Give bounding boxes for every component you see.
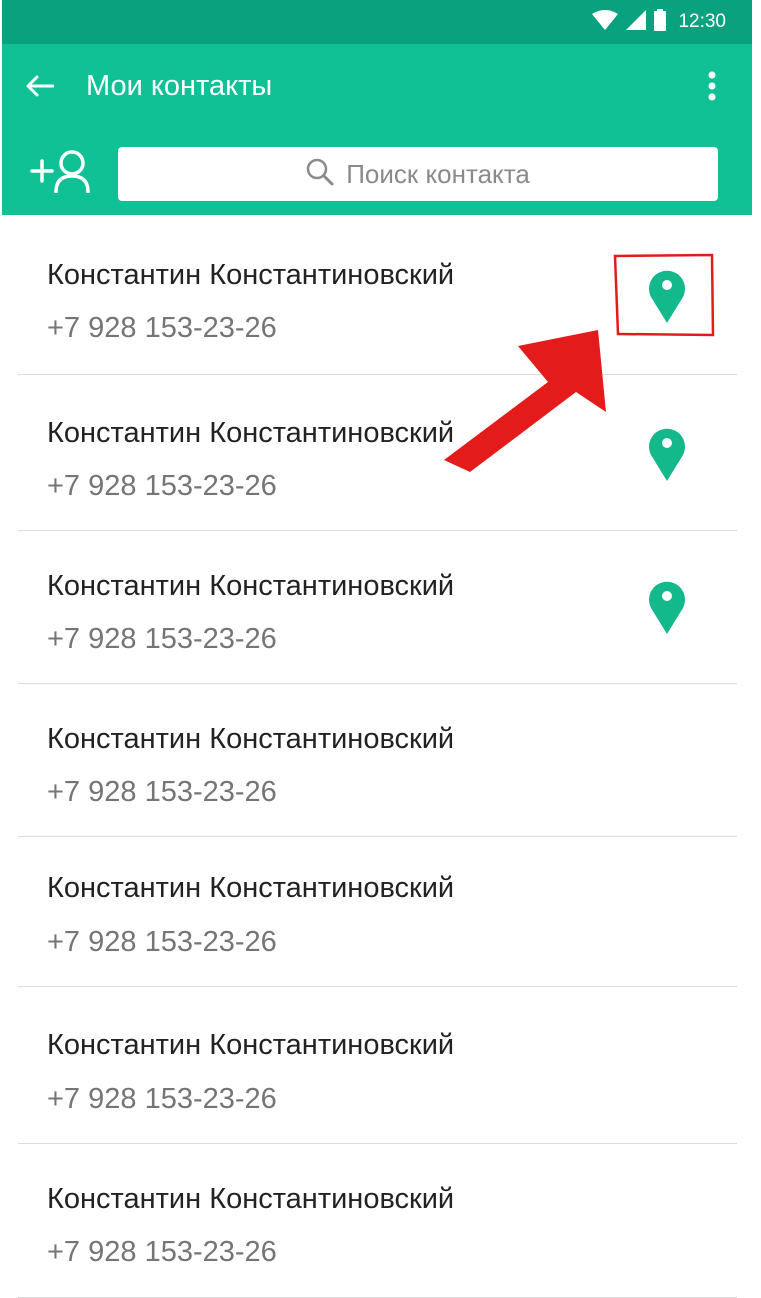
contact-name: Константин Константиновский [47,570,455,602]
contact-name: Константин Константиновский [47,259,455,291]
contact-phone: +7 928 153-23-26 [47,1083,277,1115]
search-row: Поиск контакта [2,130,752,215]
arrow-left-icon [26,75,55,102]
location-button[interactable] [640,576,694,640]
status-icons: 12:30 [592,8,726,36]
contact-phone: +7 928 153-23-26 [47,926,277,958]
contact-phone: +7 928 153-23-26 [47,776,277,808]
add-user-icon [30,149,94,198]
list-item[interactable]: Константин Константиновский +7 928 153-2… [0,531,761,684]
contact-name: Константин Константиновский [47,417,455,449]
contact-name: Константин Константиновский [47,1029,455,1061]
location-pin-icon [647,267,687,328]
cell-signal-icon [626,9,647,35]
contact-phone: +7 928 153-23-26 [47,623,277,655]
more-vertical-icon [708,71,716,106]
contact-phone: +7 928 153-23-26 [47,312,277,344]
add-contact-button[interactable] [28,146,96,200]
contact-phone: +7 928 153-23-26 [47,470,277,502]
list-item[interactable]: Константин Константиновский +7 928 153-2… [0,215,761,375]
list-item[interactable]: Константин Константиновский +7 928 153-2… [0,375,761,531]
contacts-screen: 12:30 Мои контакты Поиск контакта Конста… [0,0,761,1298]
battery-icon [654,8,667,36]
list-item[interactable]: Константин Константиновский +7 928 153-2… [0,987,761,1144]
search-input[interactable]: Поиск контакта [118,147,718,201]
contact-name: Константин Константиновский [47,723,455,755]
location-pin-icon [647,578,687,639]
back-button[interactable] [18,66,62,110]
wifi-icon [592,9,619,35]
app-bar: Мои контакты [2,44,752,130]
list-item[interactable]: Константин Константиновский +7 928 153-2… [0,684,761,837]
location-button[interactable] [640,265,694,329]
page-title: Мои контакты [86,70,273,102]
location-button[interactable] [640,423,694,487]
more-options-button[interactable] [698,66,726,110]
search-placeholder: Поиск контакта [346,158,530,189]
status-time: 12:30 [678,11,726,32]
search-icon [306,158,334,191]
status-bar: 12:30 [2,0,752,44]
list-item[interactable]: Константин Константиновский +7 928 153-2… [0,1144,761,1298]
location-pin-icon [647,425,687,486]
contact-name: Константин Константиновский [47,1183,455,1215]
contact-phone: +7 928 153-23-26 [47,1236,277,1268]
contact-name: Константин Константиновский [47,872,455,904]
list-item[interactable]: Константин Константиновский +7 928 153-2… [0,837,761,987]
